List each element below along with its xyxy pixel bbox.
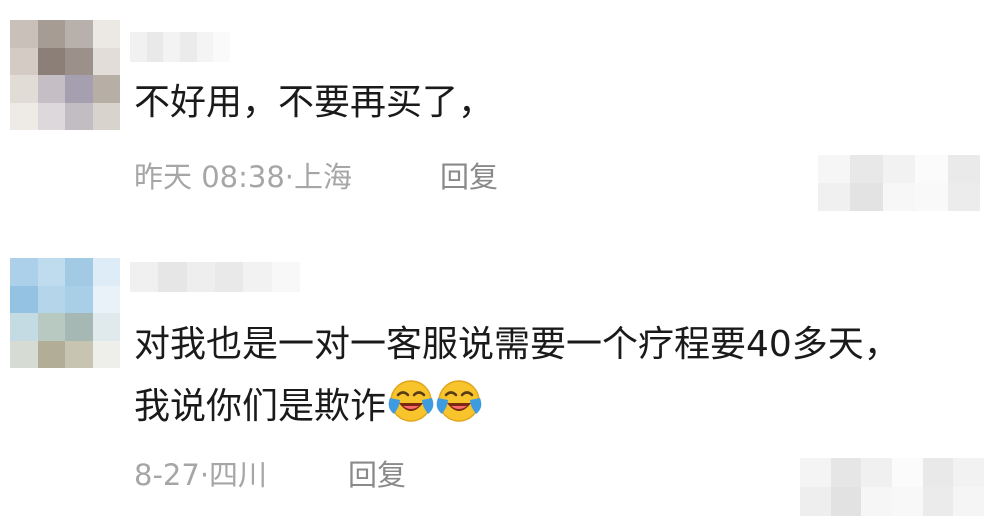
laughing-crying-emoji bbox=[436, 380, 482, 422]
comment-meta: 昨天 08:38·上海 bbox=[134, 154, 352, 196]
laughing-crying-emoji bbox=[388, 380, 434, 422]
comment-time: 昨天 08:38· bbox=[134, 160, 295, 194]
username-blurred[interactable] bbox=[130, 262, 300, 292]
like-area-blurred[interactable] bbox=[800, 458, 984, 516]
comment-time: 8-27· bbox=[134, 458, 210, 492]
reply-button[interactable]: 回复 bbox=[348, 452, 406, 494]
comment-location: 上海 bbox=[294, 160, 353, 194]
comment-meta: 8-27·四川 bbox=[134, 452, 267, 494]
comment-text-line: 对我也是一对一客服说需要一个疗程要40多天， bbox=[134, 324, 900, 365]
comment-location: 四川 bbox=[209, 458, 268, 492]
avatar[interactable] bbox=[10, 258, 120, 368]
comment-text-line: 我说你们是欺诈 bbox=[134, 378, 900, 434]
username-blurred[interactable] bbox=[130, 32, 230, 62]
comment-text: 对我也是一对一客服说需要一个疗程要40多天， 我说你们是欺诈 bbox=[134, 318, 900, 434]
avatar[interactable] bbox=[10, 20, 120, 130]
reply-button[interactable]: 回复 bbox=[440, 154, 498, 196]
comment-item: 不好用，不要再买了， 昨天 08:38·上海 回复 bbox=[0, 0, 996, 220]
comment-text-line: 不好用，不要再买了， bbox=[134, 82, 495, 123]
comment-text: 不好用，不要再买了， bbox=[134, 76, 494, 130]
comment-text-line-2: 我说你们是欺诈 bbox=[134, 386, 387, 427]
like-area-blurred[interactable] bbox=[818, 155, 980, 211]
comment-item: 对我也是一对一客服说需要一个疗程要40多天， 我说你们是欺诈 8-27·四川 回… bbox=[0, 240, 996, 520]
